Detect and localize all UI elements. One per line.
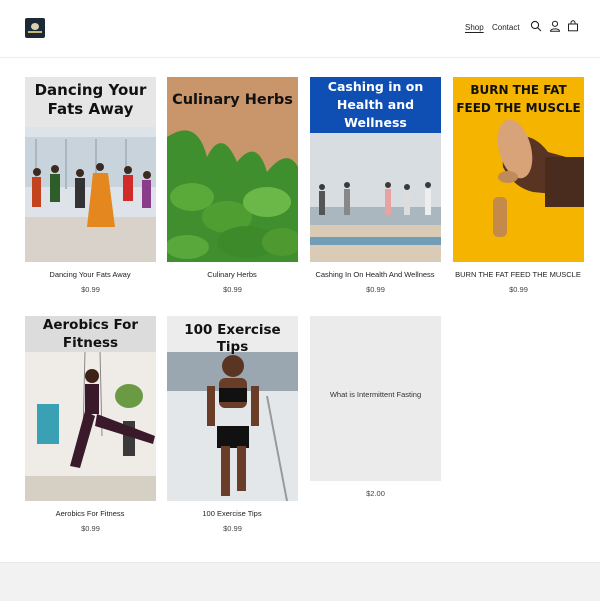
product-card[interactable]: Dancing Your Fats Away Dancing Your Fats… (25, 77, 156, 294)
product-image[interactable]: Aerobics For Fitness (25, 316, 156, 501)
product-card[interactable]: Aerobics For Fitness Aerobics For Fitnes… (25, 316, 156, 533)
site-header: Shop Contact (0, 0, 600, 58)
store-logo[interactable] (25, 18, 45, 38)
product-price: $0.99 (509, 285, 528, 294)
product-card[interactable]: Culinary Herbs Culinary Herbs $0.99 (167, 77, 298, 294)
image-title: Dancing Your Fats Away (34, 81, 147, 119)
product-name[interactable]: Aerobics For Fitness (10, 509, 170, 518)
placeholder-text: What is Intermittent Fasting (329, 390, 422, 399)
product-price: $0.99 (366, 285, 385, 294)
product-name[interactable]: Culinary Herbs (152, 270, 312, 279)
product-name[interactable]: Dancing Your Fats Away (10, 270, 170, 279)
product-price: $0.99 (223, 285, 242, 294)
product-name[interactable]: BURN THE FAT FEED THE MUSCLE (438, 270, 598, 279)
image-title: Aerobics For Fitness (42, 317, 139, 352)
product-image[interactable]: Dancing Your Fats Away (25, 77, 156, 262)
nav-contact-link[interactable]: Contact (492, 23, 520, 32)
nav-shop-link[interactable]: Shop (465, 23, 484, 32)
product-price: $0.99 (223, 524, 242, 533)
account-icon[interactable] (549, 20, 561, 32)
product-image[interactable]: Cashing in on Health and Wellness (310, 77, 441, 262)
site-footer (0, 562, 600, 601)
image-title: Cashing in on Health and Wellness (327, 79, 424, 131)
image-title: BURN THE FAT FEED THE MUSCLE (456, 83, 581, 115)
image-title: 100 Exercise Tips (184, 322, 281, 356)
search-icon[interactable] (530, 20, 542, 32)
product-name[interactable]: Cashing In On Health And Wellness (295, 270, 455, 279)
product-price: $0.99 (81, 285, 100, 294)
product-card[interactable]: BURN THE FAT FEED THE MUSCLE BURN THE FA… (453, 77, 584, 294)
product-image[interactable]: Culinary Herbs (167, 77, 298, 262)
product-image-placeholder[interactable]: What is Intermittent Fasting (310, 316, 441, 481)
cart-icon[interactable] (567, 20, 579, 32)
product-price: $2.00 (366, 489, 385, 498)
product-card[interactable]: Cashing in on Health and Wellness Cashin… (310, 77, 441, 294)
product-price: $0.99 (81, 524, 100, 533)
product-image[interactable]: BURN THE FAT FEED THE MUSCLE (453, 77, 584, 262)
product-card[interactable]: 100 Exercise Tips 100 Exercise Tips $0.9… (167, 316, 298, 533)
product-card[interactable]: What is Intermittent Fasting $2.00 (310, 316, 441, 498)
product-image[interactable]: 100 Exercise Tips (167, 316, 298, 501)
image-title: Culinary Herbs (172, 92, 293, 108)
product-name[interactable]: 100 Exercise Tips (152, 509, 312, 518)
